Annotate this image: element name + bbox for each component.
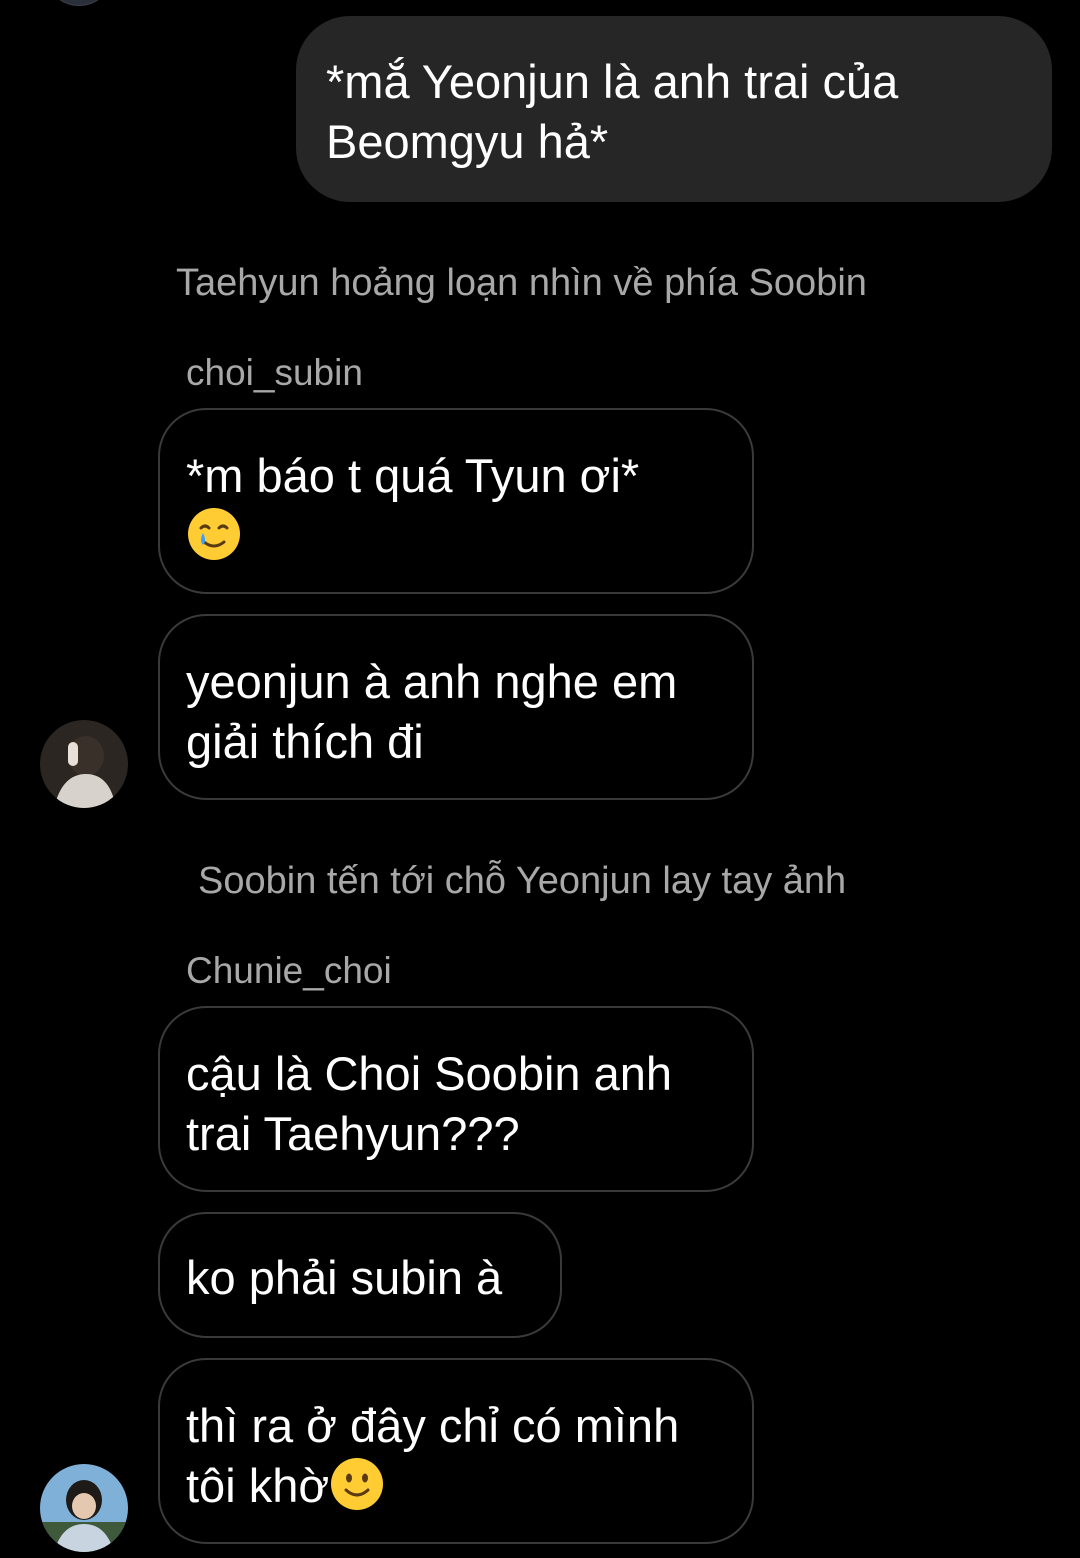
incoming-message-bubble[interactable]: thì ra ở đây chỉ có mình tôi khờ xyxy=(158,1358,754,1544)
slightly-smiling-face-icon xyxy=(329,1456,385,1512)
narration-text: Taehyun hoảng loạn nhìn về phía Soobin xyxy=(176,262,867,304)
message-text: Beomgyu hả* xyxy=(326,115,609,168)
incoming-message-bubble[interactable]: ko phải subin à xyxy=(158,1212,562,1338)
message-text: ko phải subin à xyxy=(186,1251,503,1304)
message-text: tôi khờ xyxy=(186,1459,330,1512)
avatar-chunie-choi[interactable] xyxy=(40,1464,128,1552)
message-text: thì ra ở đây chỉ có mình xyxy=(186,1399,680,1452)
message-text: yeonjun à anh nghe em xyxy=(186,655,678,708)
sender-name: Chunie_choi xyxy=(186,950,392,991)
message-text: trai Taehyun??? xyxy=(186,1107,520,1160)
avatar-choi-subin[interactable] xyxy=(40,720,128,808)
smiling-face-with-tear-icon xyxy=(186,506,242,562)
incoming-message-bubble[interactable]: cậu là Choi Soobin anh trai Taehyun??? xyxy=(158,1006,754,1192)
message-text: giải thích đi xyxy=(186,715,424,768)
message-text: cậu là Choi Soobin anh xyxy=(186,1047,673,1100)
incoming-message-bubble[interactable]: *m báo t quá Tyun ơi* xyxy=(158,408,754,594)
sender-name: choi_subin xyxy=(186,352,363,393)
incoming-message-bubble[interactable]: yeonjun à anh nghe em giải thích đi xyxy=(158,614,754,800)
avatar-partial[interactable] xyxy=(50,0,108,6)
message-text: *mắ Yeonjun là anh trai của xyxy=(326,55,899,108)
message-text: *m báo t quá Tyun ơi* xyxy=(186,449,640,502)
narration-text: Soobin tến tới chỗ Yeonjun lay tay ảnh xyxy=(198,860,847,902)
outgoing-message-bubble[interactable]: *mắ Yeonjun là anh trai của Beomgyu hả* xyxy=(296,16,1052,202)
